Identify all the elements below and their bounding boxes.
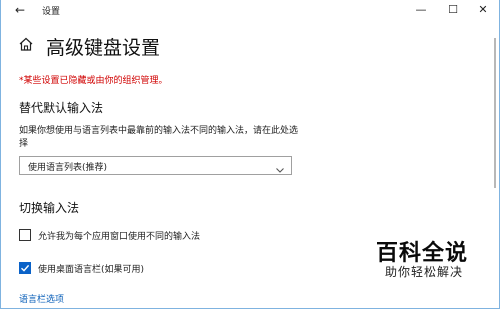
- maximize-button[interactable]: ☐: [437, 0, 469, 20]
- minimize-button[interactable]: —: [405, 0, 437, 20]
- managed-settings-note: *某些设置已隐藏或由你的组织管理。: [19, 76, 168, 86]
- dropdown-selected-value: 使用语言列表(推荐): [28, 163, 108, 173]
- page-title: 高级键盘设置: [46, 37, 161, 59]
- desktop-language-bar-checkbox[interactable]: [19, 262, 31, 274]
- window-title: 设置: [42, 7, 61, 17]
- close-button[interactable]: ✕: [467, 0, 499, 20]
- switch-input-heading: 切换输入法: [19, 201, 80, 215]
- watermark-subtitle: 助你轻松解决: [385, 265, 464, 279]
- override-input-description: 如果你想使用与语言列表中最靠前的输入法不同的输入法，请在此处选择: [19, 126, 299, 149]
- scrollbar-thumb[interactable]: [494, 38, 496, 188]
- desktop-language-bar-label[interactable]: 使用桌面语言栏(如果可用): [38, 262, 144, 275]
- language-bar-options-link[interactable]: 语言栏选项: [19, 292, 64, 305]
- default-input-method-dropdown[interactable]: 使用语言列表(推荐): [19, 156, 292, 175]
- title-bar: ← 设置 — ☐ ✕: [1, 0, 499, 20]
- per-app-input-checkbox[interactable]: [19, 229, 31, 241]
- per-app-input-label[interactable]: 允许我为每个应用窗口使用不同的输入法: [38, 229, 200, 242]
- back-button[interactable]: ←: [11, 2, 29, 18]
- override-input-heading: 替代默认输入法: [19, 101, 104, 115]
- chevron-down-icon: [275, 160, 285, 173]
- home-icon[interactable]: [18, 36, 34, 52]
